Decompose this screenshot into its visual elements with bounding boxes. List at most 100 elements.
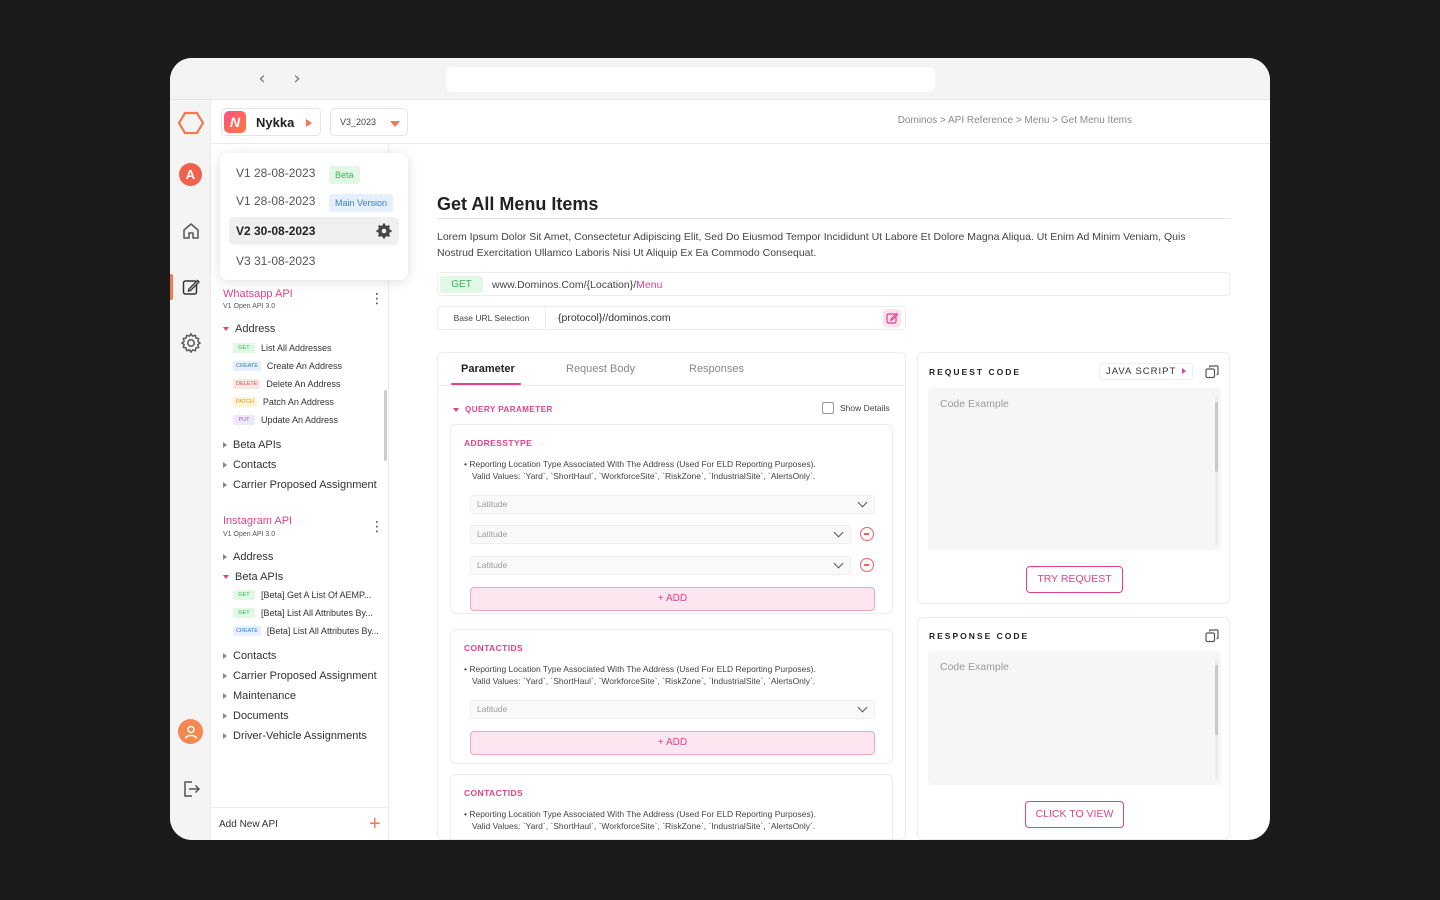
param-select[interactable]: Latitude <box>470 525 851 544</box>
show-details-label: Show Details <box>840 403 890 413</box>
scrollbar-thumb[interactable] <box>1215 665 1218 735</box>
select-placeholder: Latitude <box>477 704 508 714</box>
method-badge: DELETE <box>233 379 261 389</box>
api-title[interactable]: Instagram API <box>223 515 292 527</box>
browser-toolbar: ‹ › <box>170 58 1270 100</box>
param-select[interactable]: Latitude <box>470 495 875 514</box>
endpoint-url: www.Dominos.Com/{Location}/Menu <box>492 279 662 291</box>
param-select[interactable]: Latitude <box>470 700 875 719</box>
tree-group-label: Carrier Proposed Assignment <box>233 670 377 682</box>
query-parameter-toggle[interactable]: QUERY PARAMETER <box>453 405 553 414</box>
tab-request-body[interactable]: Request Body <box>566 363 635 375</box>
endpoint-item[interactable]: GET [Beta] List All Attributes By... <box>233 608 373 618</box>
user-profile-icon[interactable] <box>178 719 203 744</box>
tree-group[interactable]: Carrier Proposed Assignment <box>223 670 377 682</box>
copy-icon[interactable] <box>1205 365 1219 379</box>
tree-group-beta-apis[interactable]: Beta APIs <box>223 571 283 583</box>
method-badge-get: GET <box>440 276 483 293</box>
caret-down-icon <box>453 407 459 412</box>
sidebar-scrollbar[interactable] <box>384 390 387 461</box>
tree-group[interactable]: Address <box>223 551 273 563</box>
plus-icon[interactable]: + <box>369 813 381 836</box>
scrollbar-thumb[interactable] <box>1215 402 1218 472</box>
endpoint-item[interactable]: PUT Update An Address <box>233 415 338 425</box>
language-selector[interactable]: JAVA SCRIPT <box>1099 363 1193 380</box>
account-avatar[interactable]: A <box>179 163 202 186</box>
tree-group[interactable]: Beta APIs <box>223 439 281 451</box>
address-bar[interactable] <box>446 67 935 92</box>
tree-group[interactable]: Driver-Vehicle Assignments <box>223 730 367 742</box>
add-new-api-bar[interactable]: Add New API + <box>211 807 389 840</box>
remove-circle-icon[interactable] <box>860 558 874 572</box>
version-settings-gear-icon[interactable] <box>376 223 392 239</box>
endpoint-item[interactable]: CREATE Create An Address <box>233 361 342 371</box>
select-placeholder: Latitude <box>477 560 508 570</box>
caret-right-icon <box>223 673 227 679</box>
param-description: • Reporting Location Type Associated Wit… <box>464 808 884 832</box>
breadcrumb[interactable]: Dominos > API Reference > Menu > Get Men… <box>898 115 1132 126</box>
endpoint-item[interactable]: GET List All Addresses <box>233 343 332 353</box>
version-option-label: V3 31-08-2023 <box>236 254 316 268</box>
org-selector[interactable]: N Nykka <box>221 108 321 136</box>
version-option[interactable]: V1 28-08-2023 Beta <box>229 159 399 187</box>
page-title: Get All Menu Items <box>437 194 599 214</box>
version-option[interactable]: V3 31-08-2023 <box>229 247 399 275</box>
endpoint-item[interactable]: GET [Beta] Get A List Of AEMP... <box>233 590 371 600</box>
tree-group[interactable]: Carrier Proposed Assignment <box>223 479 377 491</box>
try-request-button[interactable]: TRY REQUEST <box>1026 566 1123 593</box>
version-dropdown: V1 28-08-2023 Beta V1 28-08-2023 Main Ve… <box>220 153 408 280</box>
tree-group[interactable]: Documents <box>223 710 289 722</box>
copy-icon[interactable] <box>1205 629 1219 643</box>
language-label: JAVA SCRIPT <box>1106 366 1177 377</box>
edit-icon[interactable] <box>883 309 901 327</box>
api-subtitle: V1 Open API 3.0 <box>223 303 276 310</box>
chevron-down-icon <box>833 527 844 538</box>
edit-document-icon[interactable] <box>178 274 204 300</box>
param-select[interactable]: Latitude <box>470 556 851 575</box>
version-selector[interactable]: V3_2023 <box>330 108 408 136</box>
api-title[interactable]: Whatsapp API <box>223 288 293 300</box>
app-window: ‹ › A N Nykka V3_2023 Dominos > API Refe… <box>170 58 1270 840</box>
settings-gear-icon[interactable] <box>178 330 204 356</box>
more-options-icon[interactable]: ⋮ <box>370 292 384 306</box>
version-option[interactable]: V1 28-08-2023 Main Version <box>229 187 399 215</box>
method-badge: GET <box>233 343 255 353</box>
endpoint-label: [Beta] List All Attributes By... <box>266 626 379 636</box>
response-code-area[interactable]: Code Example <box>928 651 1221 785</box>
forward-arrow-icon[interactable]: › <box>287 69 307 89</box>
show-details-toggle[interactable]: Show Details <box>822 402 890 414</box>
request-code-area[interactable]: Code Example <box>928 388 1221 550</box>
tree-group[interactable]: Contacts <box>223 650 276 662</box>
endpoint-label: Update An Address <box>261 415 339 425</box>
endpoint-item[interactable]: DELETE Delete An Address <box>233 379 340 389</box>
param-name: ADDRESSTYPE <box>464 438 533 448</box>
home-icon[interactable] <box>178 218 204 244</box>
endpoint-item[interactable]: CREATE [Beta] List All Attributes By... <box>233 626 379 636</box>
endpoint-item[interactable]: PATCH Patch An Address <box>233 397 334 407</box>
code-placeholder: Code Example <box>940 398 1009 410</box>
add-button[interactable]: + ADD <box>470 587 875 611</box>
param-description: • Reporting Location Type Associated Wit… <box>464 663 884 687</box>
code-placeholder: Code Example <box>940 661 1009 673</box>
caret-right-icon <box>306 119 312 127</box>
tree-group[interactable]: Contacts <box>223 459 276 471</box>
back-arrow-icon[interactable]: ‹ <box>252 69 272 89</box>
remove-circle-icon[interactable] <box>860 527 874 541</box>
version-option-selected[interactable]: V2 30-08-2023 <box>229 217 399 245</box>
icon-rail: A <box>170 100 211 840</box>
tree-group[interactable]: Maintenance <box>223 690 296 702</box>
show-details-checkbox[interactable] <box>822 402 834 414</box>
logout-icon[interactable] <box>178 776 204 802</box>
caret-down-icon <box>223 575 229 579</box>
tree-group-address[interactable]: Address <box>223 323 275 335</box>
param-card-contactids: CONTACTIDS • Reporting Location Type Ass… <box>450 629 893 764</box>
endpoint-url-prefix: www.Dominos.Com/{Location}/ <box>492 279 637 291</box>
base-url-selection[interactable]: Base URL Selection {protocol}//dominos.c… <box>437 306 906 330</box>
tab-parameter[interactable]: Parameter <box>461 363 515 375</box>
more-options-icon[interactable]: ⋮ <box>370 520 384 534</box>
add-button[interactable]: + ADD <box>470 731 875 755</box>
tree-group-label: Maintenance <box>233 690 296 702</box>
tab-responses[interactable]: Responses <box>689 363 744 375</box>
hexagon-logo-icon[interactable] <box>177 109 205 137</box>
click-to-view-button[interactable]: CLICK TO VIEW <box>1025 801 1124 828</box>
